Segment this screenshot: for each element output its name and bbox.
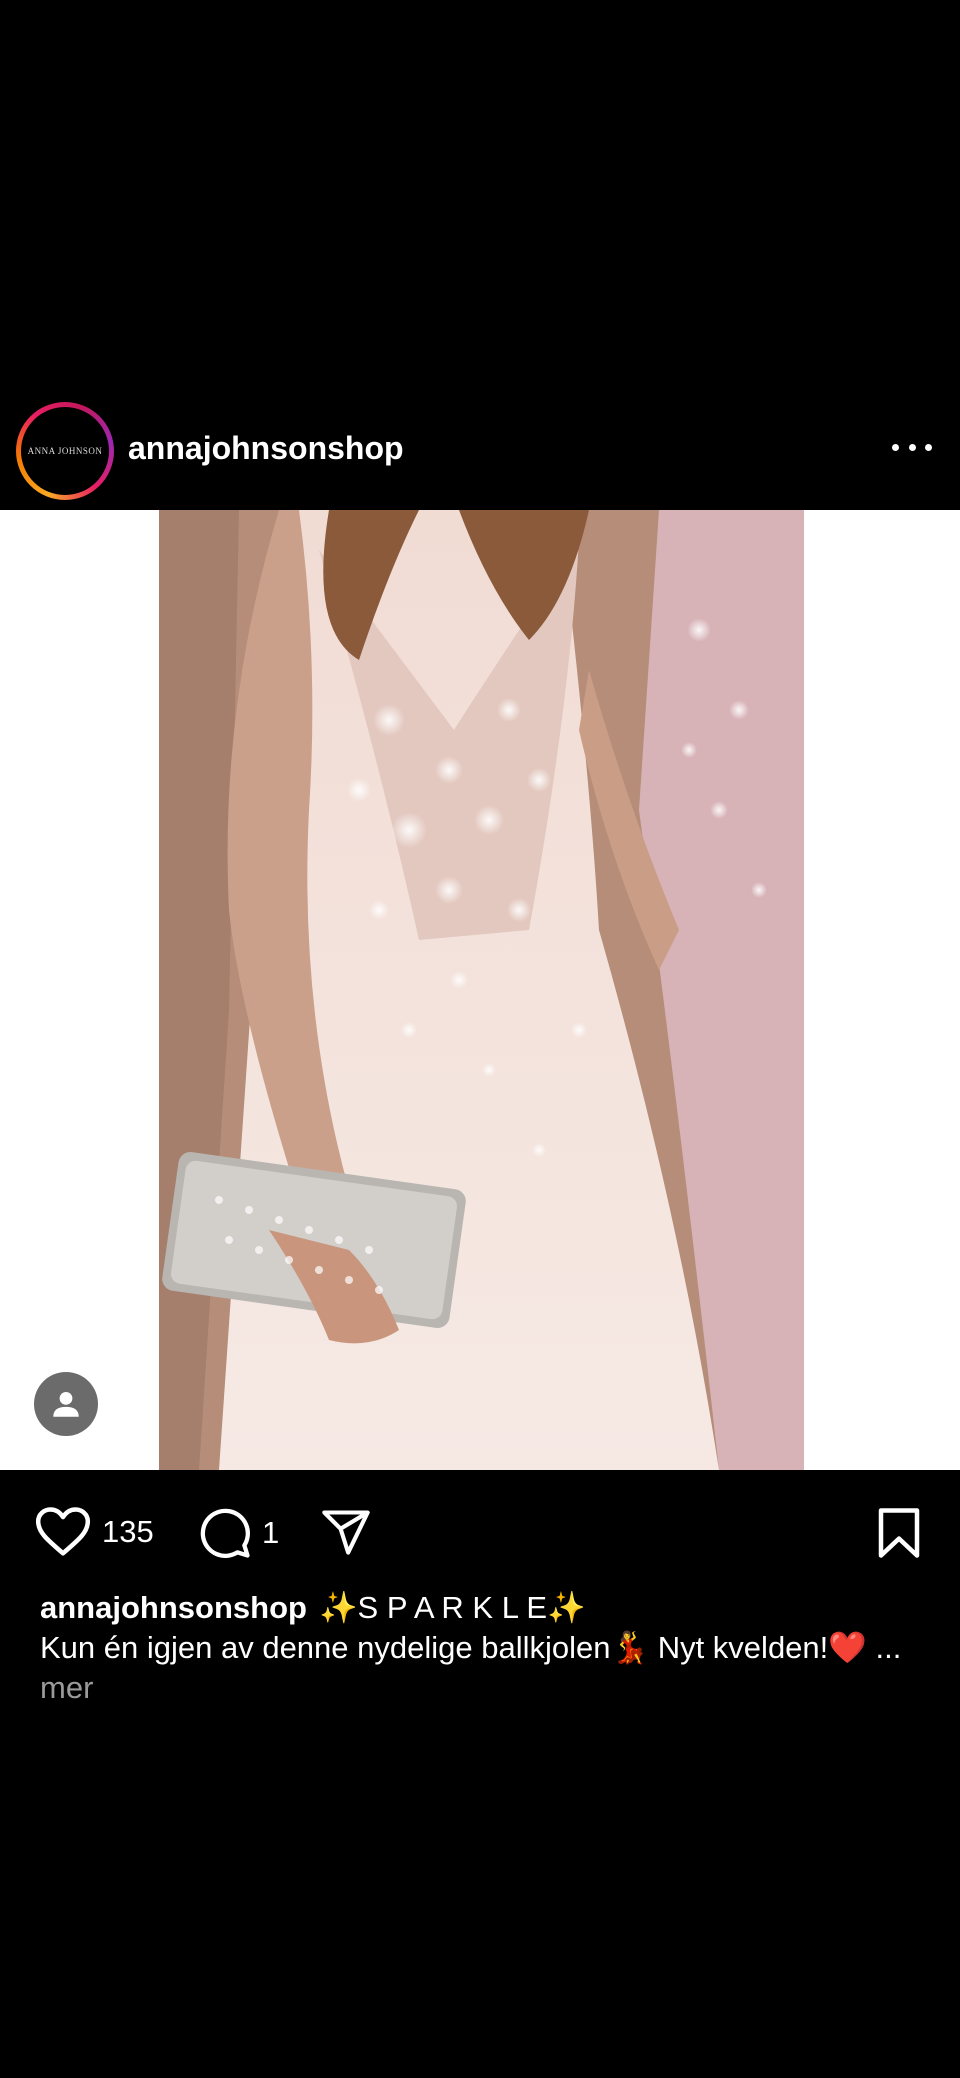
top-empty-area bbox=[0, 0, 960, 390]
caption-title: ✨S P A R K L E✨ bbox=[318, 1590, 586, 1625]
like-button[interactable]: 135 bbox=[34, 1506, 154, 1558]
avatar-logo-text: ANNA JOHNSON bbox=[27, 446, 103, 456]
dot bbox=[892, 443, 899, 451]
share-button[interactable] bbox=[318, 1506, 374, 1558]
caption-text: Kun én igjen av denne nydelige ballkjole… bbox=[40, 1630, 867, 1665]
heart-icon bbox=[35, 1507, 91, 1556]
avatar[interactable]: ANNA JOHNSON bbox=[16, 402, 114, 500]
post-photo[interactable] bbox=[159, 510, 804, 1470]
avatar-inner: ANNA JOHNSON bbox=[21, 407, 109, 495]
dress-photo-illustration bbox=[159, 510, 804, 1470]
post-header: ANNA JOHNSON annajohnsonshop bbox=[0, 390, 960, 510]
caption-more-link[interactable]: mer bbox=[40, 1670, 93, 1705]
dot bbox=[925, 443, 932, 451]
bookmark-icon bbox=[878, 1508, 920, 1558]
like-count[interactable]: 135 bbox=[102, 1514, 154, 1550]
paper-plane-icon bbox=[322, 1510, 370, 1555]
comment-bubble-icon bbox=[200, 1508, 250, 1558]
comment-count[interactable]: 1 bbox=[262, 1515, 279, 1551]
caption-ellipsis: ... bbox=[875, 1630, 902, 1665]
post-caption: annajohnsonshop ✨S P A R K L E✨ Kun én ig… bbox=[40, 1588, 920, 1708]
person-icon bbox=[53, 1391, 79, 1417]
save-button[interactable] bbox=[876, 1506, 922, 1560]
more-options-icon[interactable] bbox=[892, 432, 932, 462]
caption-username[interactable]: annajohnsonshop bbox=[40, 1590, 307, 1625]
dot bbox=[908, 443, 916, 451]
user-tag-icon[interactable] bbox=[34, 1372, 98, 1436]
post-media[interactable] bbox=[0, 510, 960, 1470]
post-username[interactable]: annajohnsonshop bbox=[128, 430, 404, 467]
post-actions: 135 1 bbox=[0, 1470, 960, 1590]
comment-button[interactable]: 1 bbox=[198, 1506, 279, 1560]
